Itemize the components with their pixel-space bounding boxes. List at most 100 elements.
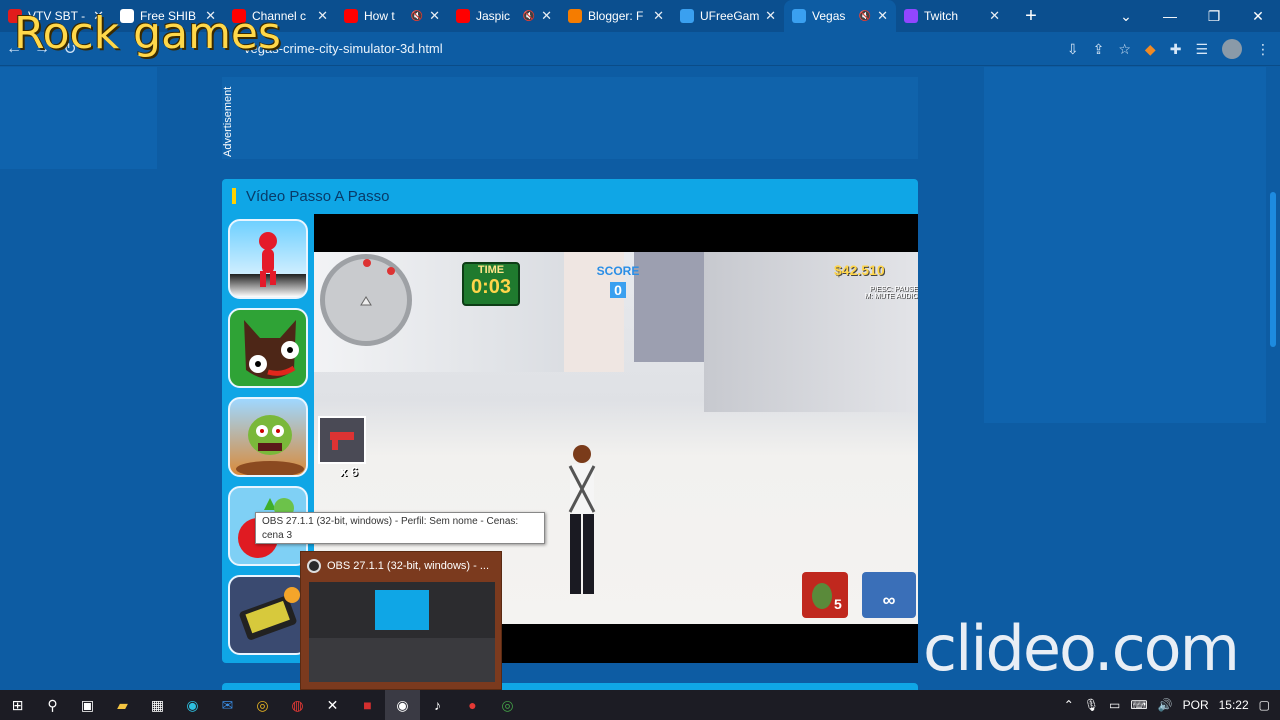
tab-close-icon[interactable]: ✕ [317, 8, 328, 24]
battery-icon[interactable]: ▭ [1109, 698, 1120, 712]
record-icon[interactable]: ● [455, 690, 490, 720]
browser-tab[interactable]: Jaspic 🔇 ✕ [448, 0, 560, 32]
tab-muted-icon[interactable]: 🔇 [859, 11, 871, 22]
game-thumbnail-car[interactable] [228, 575, 308, 655]
windows-taskbar: ⊞ ⚲ ▣ ▰ ▦ ◉ ✉ ◎ ◍ ✕ ■ ◉ ♪ ● ◎ ⌃ 🎙 ▭ ⌨ 🔊 … [0, 690, 1280, 720]
minimize-button[interactable]: — [1148, 8, 1192, 24]
scrollbar-track[interactable] [1268, 67, 1280, 690]
volume-icon[interactable]: 🔊 [1158, 698, 1173, 712]
panel-header: Vídeo Passo A Passo [222, 179, 918, 213]
web-page: Advertisement Vídeo Passo A Passo TIME 0… [0, 67, 1280, 691]
hud-money: $42.510 [834, 262, 885, 278]
car-icon [239, 587, 300, 640]
red-runner-icon [259, 232, 277, 287]
building-dark [634, 252, 704, 362]
minimap-radar [320, 254, 412, 346]
clock[interactable]: 15:22 [1219, 698, 1249, 712]
app-red-square-icon[interactable]: ■ [350, 690, 385, 720]
scrollbar-thumb[interactable] [1270, 192, 1276, 347]
notifications-icon[interactable]: ▢ [1259, 698, 1270, 712]
chrome-active-icon[interactable]: ◎ [490, 690, 525, 720]
building-right [704, 252, 918, 412]
reading-list-icon[interactable]: ☰ [1195, 41, 1208, 58]
tab-close-icon[interactable]: ✕ [765, 8, 776, 24]
mail-icon[interactable]: ✉ [210, 690, 245, 720]
x-app-icon[interactable]: ✕ [315, 690, 350, 720]
game-thumbnail-runner[interactable] [228, 219, 308, 299]
tab-label: Vegas [812, 9, 846, 23]
chrome-icon[interactable]: ◎ [245, 690, 280, 720]
preview-title-bar: OBS 27.1.1 (32-bit, windows) - ... [301, 552, 501, 580]
start-windows-icon[interactable]: ⊞ [0, 690, 35, 720]
bookmark-star-icon[interactable]: ☆ [1118, 41, 1131, 58]
gun-button[interactable]: ∞ [862, 572, 916, 618]
clideo-watermark: clideo.com [923, 612, 1240, 685]
network-icon[interactable]: ⌨ [1130, 698, 1147, 712]
tray-expand-icon[interactable]: ⌃ [1064, 698, 1074, 712]
brown-monster-icon [244, 320, 299, 379]
close-window-button[interactable]: ✕ [1236, 8, 1280, 25]
tab-label: Blogger: F [588, 9, 644, 23]
tab-favicon-icon [568, 9, 582, 23]
player-character [568, 445, 596, 594]
browser-tab[interactable]: UFreeGam ✕ [672, 0, 784, 32]
browser-tab[interactable]: Vegas 🔇 ✕ [784, 0, 896, 32]
file-explorer-icon[interactable]: ▰ [105, 690, 140, 720]
new-tab-button[interactable]: + [1016, 5, 1046, 28]
tab-close-icon[interactable]: ✕ [429, 8, 440, 24]
tab-close-icon[interactable]: ✕ [653, 8, 664, 24]
tab-close-icon[interactable]: ✕ [989, 8, 1000, 24]
left-ad-column [0, 67, 157, 169]
tab-favicon-icon [456, 9, 470, 23]
edge-icon[interactable]: ◉ [175, 690, 210, 720]
timer-value: 0:03 [470, 276, 512, 298]
score-value: 0 [610, 282, 626, 298]
tab-close-icon[interactable]: ✕ [541, 8, 552, 24]
browser-tab[interactable]: How t 🔇 ✕ [336, 0, 448, 32]
weapon-ammo-count: x 6 [340, 464, 359, 479]
restore-button[interactable]: ❐ [1192, 8, 1236, 25]
advertisement-label: Advertisement [222, 86, 234, 157]
language-indicator[interactable]: POR [1183, 698, 1209, 712]
preview-thumbnail [309, 582, 495, 682]
gun-ammo-count: ∞ [882, 590, 896, 610]
browser-tab[interactable]: Blogger: F ✕ [560, 0, 672, 32]
hud-score: SCORE 0 [592, 264, 644, 298]
tab-favicon-icon [792, 9, 806, 23]
window-controls: ⌄ — ❐ ✕ [1104, 0, 1280, 32]
tab-label: Twitch [924, 9, 959, 23]
tab-muted-icon[interactable]: 🔇 [411, 11, 423, 22]
menu-icon[interactable]: ⋮ [1256, 41, 1270, 58]
grenade-button[interactable]: 5 [802, 572, 848, 618]
section-title: Vídeo Passo A Passo [246, 187, 390, 205]
profile-avatar[interactable] [1222, 39, 1242, 59]
game-thumbnail-monster[interactable] [228, 308, 308, 388]
share-icon[interactable]: ⇪ [1093, 41, 1105, 58]
score-label: SCORE [596, 264, 640, 278]
tab-close-icon[interactable]: ✕ [877, 8, 888, 24]
install-icon[interactable]: ⇩ [1067, 41, 1079, 58]
obs-taskbar-icon[interactable]: ◉ [385, 690, 420, 720]
mute-hint: M: MUTE AUDIO [864, 293, 918, 300]
grenade-count: 5 [834, 596, 842, 612]
tab-label: Jaspic [476, 9, 511, 23]
store-icon[interactable]: ▦ [140, 690, 175, 720]
tab-favicon-icon [344, 9, 358, 23]
extensions-puzzle-icon[interactable]: ✚ [1170, 41, 1182, 58]
preview-title: OBS 27.1.1 (32-bit, windows) - ... [327, 560, 490, 572]
hud-timer: TIME 0:03 [462, 262, 520, 306]
advertisement-box [222, 77, 918, 159]
search-icon[interactable]: ⚲ [35, 690, 70, 720]
player-arrow-icon [360, 259, 395, 306]
tab-muted-icon[interactable]: 🔇 [523, 11, 535, 22]
microphone-icon[interactable]: 🎙 [1084, 698, 1099, 712]
app-red-icon[interactable]: ◍ [280, 690, 315, 720]
tab-search-icon[interactable]: ⌄ [1104, 8, 1148, 25]
task-view-icon[interactable]: ▣ [70, 690, 105, 720]
browser-tab[interactable]: Twitch ✕ [896, 0, 1008, 32]
tiktok-icon[interactable]: ♪ [420, 690, 455, 720]
game-thumbnail-zombie[interactable] [228, 397, 308, 477]
obs-taskbar-preview[interactable]: OBS 27.1.1 (32-bit, windows) - ... [300, 551, 502, 690]
system-tray: ⌃ 🎙 ▭ ⌨ 🔊 POR 15:22 ▢ [1064, 690, 1280, 720]
extension-fox-icon[interactable]: ◆ [1145, 41, 1156, 58]
